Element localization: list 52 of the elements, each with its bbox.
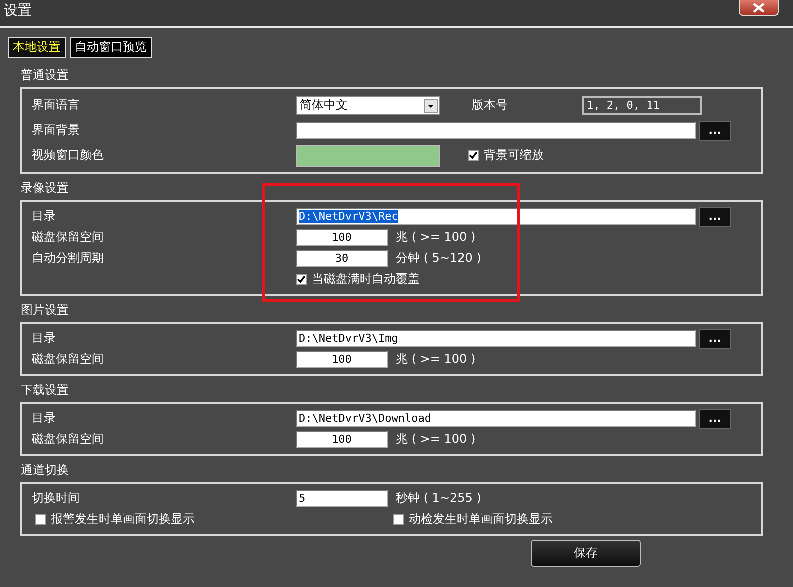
checkbox[interactable] [35, 514, 46, 525]
browse-button[interactable]: ... [699, 408, 731, 428]
color-swatch[interactable] [296, 144, 440, 166]
checkbox-label: 当磁盘满时自动覆盖 [312, 271, 420, 288]
unit-label: 兆 ( >= 100 ) [396, 351, 476, 368]
unit-label: 兆 ( >= 100 ) [396, 431, 476, 448]
browse-button[interactable]: ... [699, 328, 731, 348]
field-label: 目录 [32, 330, 57, 347]
window-title: 设置 [3, 2, 33, 21]
section-title: 通道切换 [20, 462, 69, 479]
field-label: 目录 [32, 410, 57, 427]
section-title: 图片设置 [20, 302, 69, 319]
field-label: 自动分割周期 [32, 250, 105, 267]
section-title: 普通设置 [20, 67, 69, 84]
checkbox[interactable] [296, 274, 307, 285]
checkbox[interactable] [393, 514, 404, 525]
unit-label: 分钟 ( 5~120 ) [396, 250, 482, 267]
field-label: 视频窗口颜色 [32, 147, 105, 164]
checkbox-label: 动检发生时单画面切换显示 [409, 511, 553, 528]
checkbox[interactable] [468, 150, 479, 161]
browse-button[interactable]: ... [699, 120, 731, 140]
section-title: 下载设置 [20, 382, 69, 399]
field-label: 界面背景 [32, 122, 81, 139]
path-field[interactable]: D:\NetDvrV3\Img [296, 330, 696, 347]
number-field[interactable]: 100 [296, 229, 388, 246]
number-field[interactable]: 5 [296, 490, 388, 507]
checkbox-label: 报警发生时单画面切换显示 [51, 511, 195, 528]
field-label: 磁盘保留空间 [32, 431, 105, 448]
unit-label: 兆 ( >= 100 ) [396, 229, 476, 246]
number-field[interactable]: 30 [296, 250, 388, 267]
unit-label: 秒钟 ( 1~255 ) [396, 490, 482, 507]
close-button[interactable] [739, 0, 779, 16]
path-field[interactable] [296, 122, 696, 139]
tab[interactable]: 本地设置 [8, 37, 66, 58]
field-label: 界面语言 [32, 97, 81, 114]
number-field[interactable]: 100 [296, 351, 388, 368]
path-field[interactable]: D:\NetDvrV3\Download [296, 410, 696, 427]
field-label: 磁盘保留空间 [32, 351, 105, 368]
field-label: 磁盘保留空间 [32, 229, 105, 246]
field-label: 切换时间 [32, 490, 81, 507]
browse-button[interactable]: ... [699, 206, 731, 226]
number-field[interactable]: 100 [296, 431, 388, 448]
version-label: 版本号 [472, 97, 509, 114]
path-field[interactable]: D:\NetDvrV3\Rec [296, 208, 696, 225]
section-title: 录像设置 [20, 180, 69, 197]
save-button[interactable]: 保存 [531, 540, 641, 567]
checkbox-label: 背景可缩放 [484, 147, 544, 164]
language-dropdown[interactable]: 简体中文 [296, 96, 440, 115]
close-icon [752, 2, 766, 12]
version-field: 1, 2, 0, 11 [582, 96, 702, 115]
field-label: 目录 [32, 208, 57, 225]
tab[interactable]: 自动窗口预览 [70, 37, 152, 58]
